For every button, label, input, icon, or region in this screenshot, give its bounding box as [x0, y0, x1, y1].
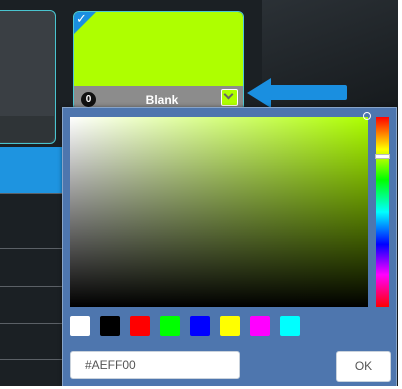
swatch-red[interactable] [130, 316, 150, 336]
hue-slider-handle[interactable] [375, 154, 390, 159]
row-divider [0, 286, 66, 287]
swatch-green[interactable] [160, 316, 180, 336]
swatch-magenta[interactable] [250, 316, 270, 336]
color-swatch-button[interactable] [221, 89, 238, 106]
selected-row-highlight[interactable] [0, 147, 66, 193]
saturation-value-area[interactable] [70, 117, 368, 307]
list-rows [0, 193, 66, 383]
chevron-down-icon [223, 89, 234, 100]
swatch-white[interactable] [70, 316, 90, 336]
row-divider [0, 248, 66, 249]
hue-slider[interactable] [376, 117, 389, 307]
color-cursor-handle[interactable] [363, 112, 371, 120]
swatch-cyan[interactable] [280, 316, 300, 336]
app-background: ✓ 0 Blank OK [0, 0, 398, 386]
checkmark-icon: ✓ [76, 12, 87, 27]
left-arrow-icon [247, 78, 349, 108]
row-divider [0, 359, 66, 360]
hex-color-input[interactable] [70, 351, 240, 379]
swatch-blue[interactable] [190, 316, 210, 336]
neighbor-card-footer [0, 116, 54, 142]
card-name: Blank [145, 93, 179, 107]
ok-button[interactable]: OK [336, 351, 391, 382]
row-divider [0, 323, 66, 324]
row-divider [0, 193, 66, 194]
blank-card[interactable]: ✓ 0 Blank [73, 11, 244, 111]
preset-swatches [70, 316, 310, 336]
card-color-preview[interactable] [74, 12, 243, 86]
color-picker-popup: OK [62, 107, 397, 386]
swatch-yellow[interactable] [220, 316, 240, 336]
card-count-badge: 0 [81, 92, 96, 107]
swatch-black[interactable] [100, 316, 120, 336]
